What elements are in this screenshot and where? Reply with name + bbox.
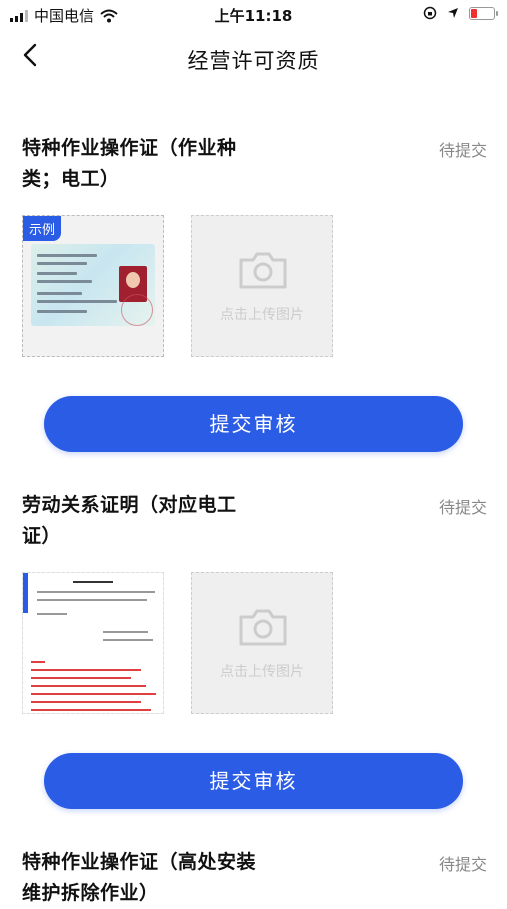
- section-status: 待提交: [438, 498, 487, 517]
- status-right: [423, 6, 498, 20]
- section-status: 待提交: [438, 141, 487, 160]
- location-icon: [448, 8, 458, 18]
- status-bar: 中国电信 上午11:18: [0, 0, 507, 28]
- upload-image-button[interactable]: 点击上传图片: [191, 572, 333, 714]
- upload-hint: 点击上传图片: [220, 307, 304, 323]
- camera-icon: [239, 609, 287, 646]
- section-title: 劳动关系证明（对应电工证）: [22, 494, 237, 547]
- id-card-illustration: [31, 244, 155, 326]
- sample-badge: 示例: [23, 216, 62, 241]
- camera-icon: [239, 252, 287, 289]
- document-illustration: [23, 573, 163, 713]
- section-status: 待提交: [438, 855, 487, 874]
- sample-image[interactable]: 示例: [22, 215, 164, 357]
- submit-review-button[interactable]: 提交审核: [44, 753, 463, 809]
- upload-hint: 点击上传图片: [220, 664, 304, 680]
- nav-bar: 经营许可资质: [0, 28, 507, 88]
- page-title: 经营许可资质: [187, 49, 320, 73]
- battery-icon: [469, 6, 498, 20]
- submit-review-button[interactable]: 提交审核: [44, 396, 463, 452]
- upload-image-button[interactable]: 点击上传图片: [191, 215, 333, 357]
- section-title: 特种作业操作证（作业种类；电工）: [22, 137, 237, 190]
- lock-rotation-icon: [423, 6, 437, 20]
- sample-image[interactable]: [22, 572, 164, 714]
